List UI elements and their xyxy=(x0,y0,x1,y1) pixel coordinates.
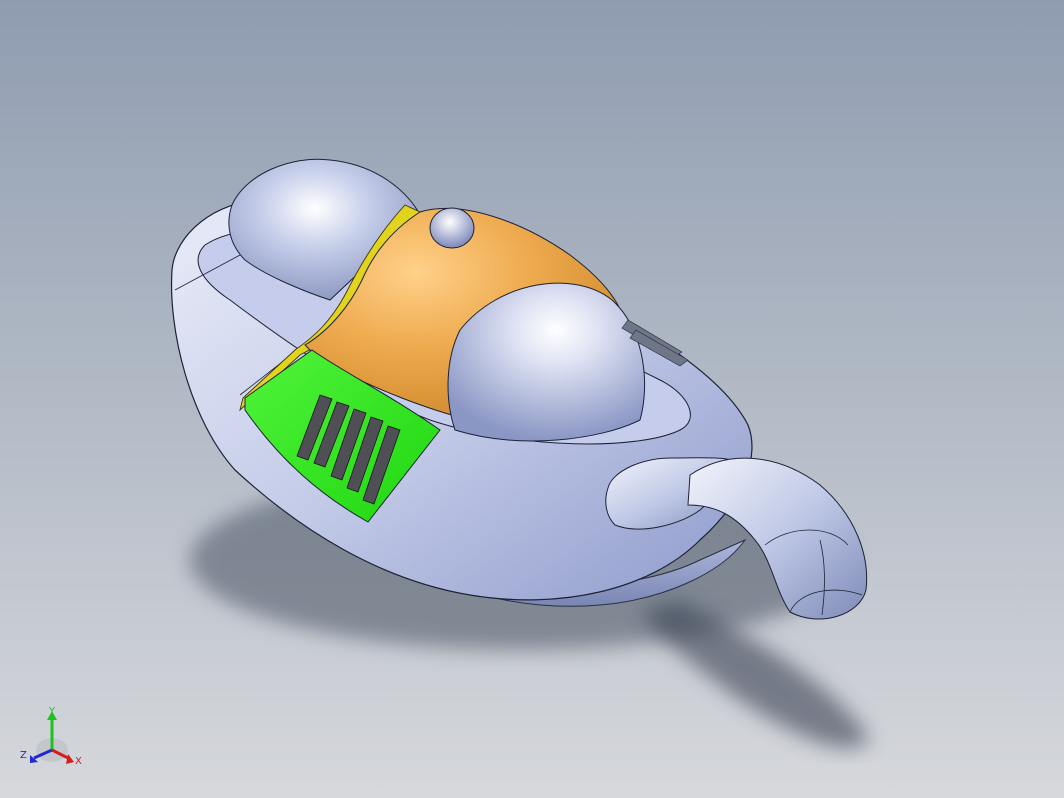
top-knob xyxy=(429,207,475,249)
triad-z-label: Z xyxy=(20,750,27,761)
triad-y-label: Y xyxy=(48,706,56,717)
reference-triad[interactable]: Y X Z xyxy=(18,704,88,776)
graphics-viewport[interactable]: Y X Z xyxy=(0,0,1064,798)
3d-model-view[interactable] xyxy=(0,0,1064,798)
triad-x-arrow xyxy=(66,754,74,764)
triad-x-label: X xyxy=(75,756,82,767)
